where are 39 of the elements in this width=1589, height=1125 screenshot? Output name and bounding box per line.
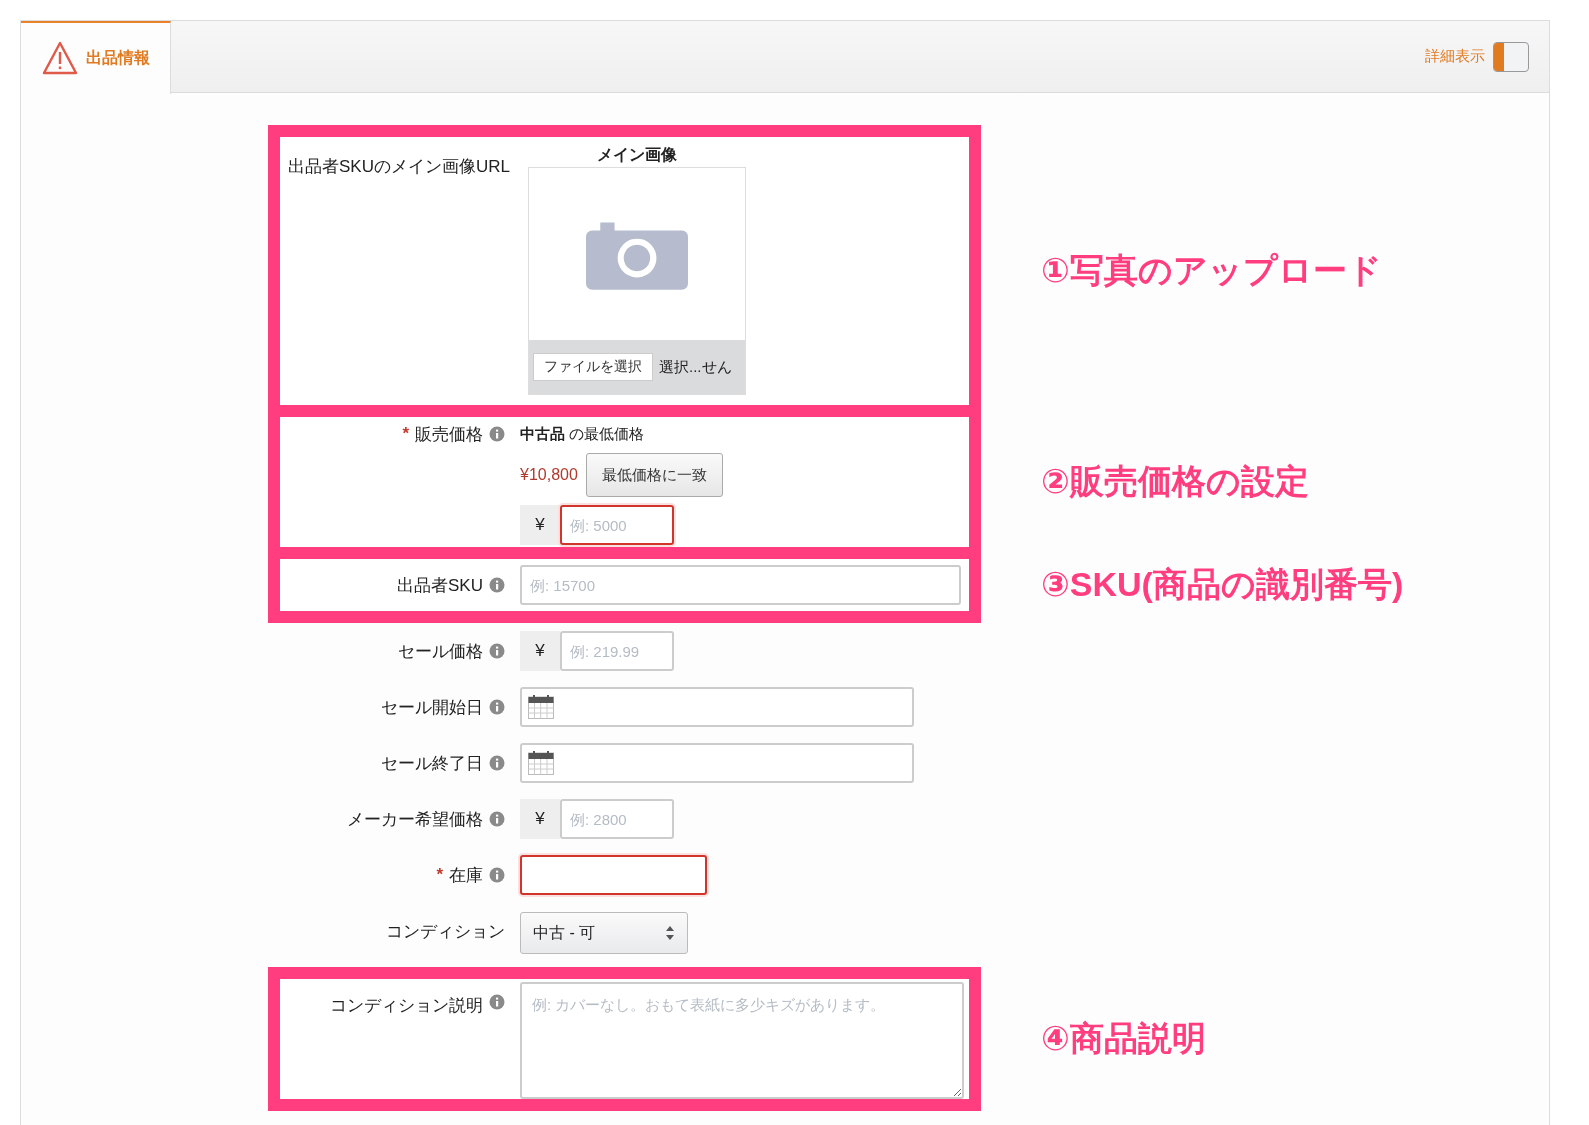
field-label: セール価格 <box>398 640 483 663</box>
lowest-price: ¥10,800 <box>520 466 578 484</box>
field-label: 販売価格 <box>415 423 483 446</box>
field-label: セール終了日 <box>381 752 483 775</box>
date-field[interactable] <box>520 687 914 727</box>
lowest-price-label: 中古品 の最低価格 <box>520 424 646 444</box>
stock-field[interactable] <box>520 855 707 895</box>
detail-toggle[interactable] <box>1493 41 1529 72</box>
annotation-label: ③SKU(商品の識別番号) <box>1041 564 1404 605</box>
select-arrows-icon <box>665 925 675 941</box>
calendar-icon <box>528 695 554 719</box>
currency-addon: ¥ <box>520 631 560 671</box>
image-title: メイン画像 <box>597 145 677 165</box>
warning-icon <box>41 41 78 75</box>
required-mark: * <box>436 865 443 885</box>
field-label: コンディション <box>386 920 505 943</box>
field-label: セール開始日 <box>381 696 483 719</box>
field-label: 出品者SKUのメイン画像URL <box>288 156 510 178</box>
currency-addon: ¥ <box>520 505 560 545</box>
field-label: 出品者SKU <box>397 574 483 597</box>
calendar-icon <box>528 751 554 775</box>
file-status: 選択...せん <box>659 357 732 377</box>
required-mark: * <box>402 424 409 444</box>
annotation-label: ④商品説明 <box>1041 1018 1206 1059</box>
choose-file-button[interactable]: ファイルを選択 <box>533 353 653 381</box>
match-price-button[interactable]: 最低価格に一致 <box>585 453 723 497</box>
currency-addon: ¥ <box>520 799 560 839</box>
image-dropzone[interactable]: ファイルを選択 選択...せん <box>528 167 746 395</box>
field-label: コンディション説明 <box>330 995 483 1017</box>
annotation-label: ②販売価格の設定 <box>1041 461 1309 502</box>
toggle-label: 詳細表示 <box>1425 47 1485 66</box>
annotation-label: ①写真のアップロード <box>1041 250 1382 291</box>
condition-select[interactable]: 中古 - 可 <box>520 912 688 954</box>
field-label: 在庫 <box>449 864 483 887</box>
sku-field[interactable]: 例: 15700 <box>520 565 961 605</box>
field-label: メーカー希望価格 <box>347 808 483 831</box>
description-field[interactable]: 例: カバーなし。おもて表紙に多少キズがあります。 <box>520 982 964 1099</box>
date-field[interactable] <box>520 743 914 783</box>
price-field[interactable]: 例: 5000 <box>560 505 674 545</box>
